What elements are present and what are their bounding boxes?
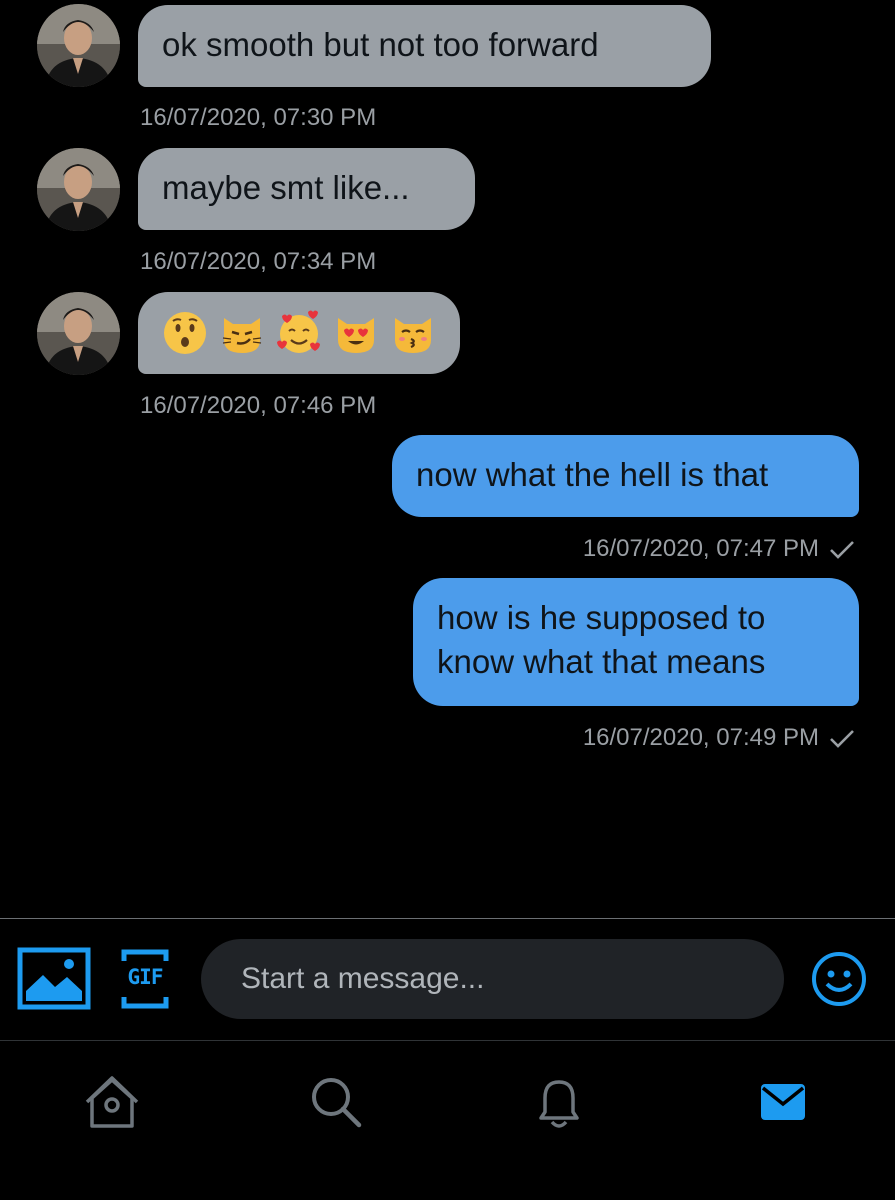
tab-messages[interactable] [753,1072,813,1132]
emoji-button[interactable] [810,950,868,1008]
tab-search[interactable] [306,1072,366,1132]
conversation-thread: ok smooth but not too forward 16/07/2020… [0,0,895,918]
search-icon [312,1078,362,1128]
message-bubble[interactable]: how is he supposed to know what that mea… [413,578,859,706]
sent-check-icon [830,540,854,559]
message-bubble[interactable]: ok smooth but not too forward [138,5,711,87]
message-timestamp: 16/07/2020, 07:30 PM [140,104,377,131]
hushed-face-icon [164,312,206,354]
avatar[interactable] [37,4,120,87]
message-bubble[interactable]: maybe smt like... [138,148,475,230]
message-text-line: how is he supposed to [437,599,766,636]
tab-home[interactable] [82,1072,142,1132]
message-composer: GIF [0,919,895,1040]
message-timestamp-row: 16/07/2020, 07:47 PM [583,535,855,563]
avatar-photo-icon [37,4,120,87]
sent-check-icon [830,729,854,748]
messages-icon [761,1084,805,1120]
message-text-line: know what that means [437,643,766,680]
message-timestamp: 16/07/2020, 07:49 PM [582,724,819,751]
message-input[interactable] [239,961,746,997]
message-bubble[interactable] [138,292,460,374]
image-icon [17,947,91,1010]
message-timestamp: 16/07/2020, 07:34 PM [140,248,377,275]
message-timestamp: 16/07/2020, 07:46 PM [140,392,377,419]
message-bubble[interactable]: now what the hell is that [392,435,859,517]
gif-button[interactable]: GIF [121,949,169,1009]
message-timestamp-row: 16/07/2020, 07:49 PM [583,724,855,752]
media-button[interactable] [17,947,91,1010]
avatar[interactable] [37,148,120,231]
home-icon [85,1076,139,1128]
smiling-face-with-hearts-icon [277,310,320,353]
bottom-tab-bar [0,1041,895,1200]
avatar[interactable] [37,292,120,375]
tab-notifications[interactable] [529,1072,589,1132]
smirking-cat-face-icon [222,318,262,353]
notifications-icon [539,1080,579,1128]
message-timestamp: 16/07/2020, 07:47 PM [582,535,819,562]
kissing-cat-face-icon [395,318,431,353]
emoji-icon [812,952,866,1006]
gif-label: GIF [127,965,164,989]
message-input-box[interactable] [201,939,784,1019]
avatar-photo-icon [37,148,120,231]
avatar-photo-icon [37,292,120,375]
heart-eyes-cat-face-icon [338,318,374,353]
